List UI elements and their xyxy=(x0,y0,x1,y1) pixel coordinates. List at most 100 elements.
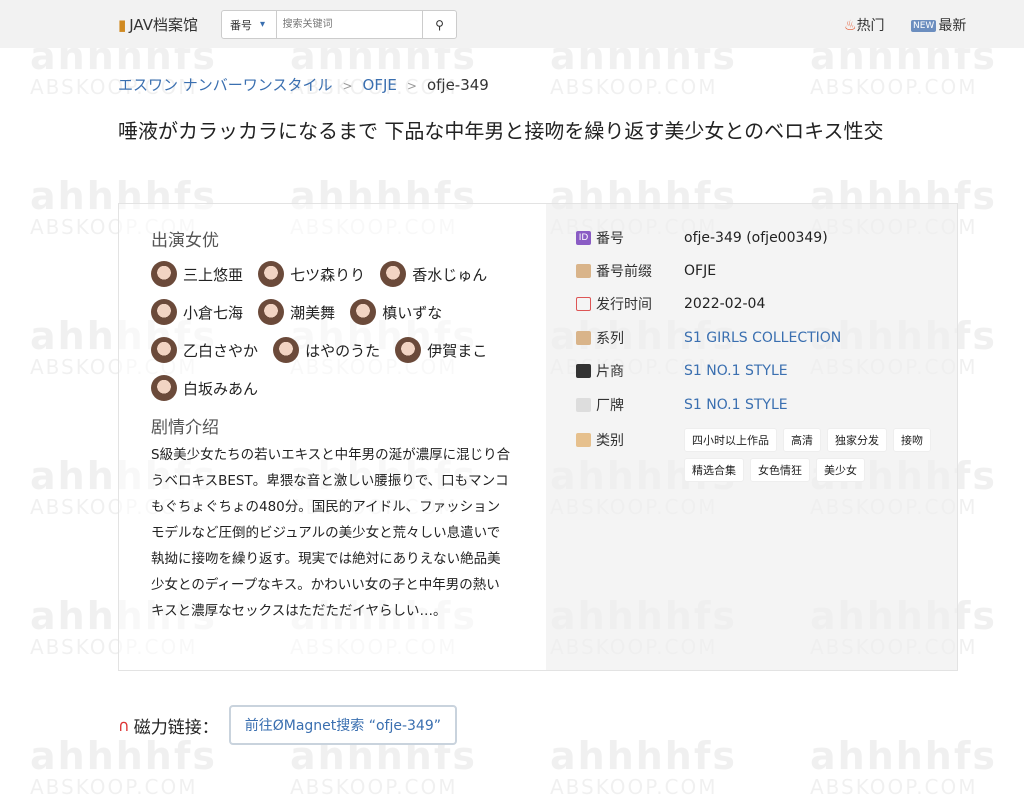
label-link[interactable]: S1 NO.1 STYLE xyxy=(684,397,788,413)
actress-name: 香水じゅん xyxy=(412,265,488,284)
watermark-subtext: ABSKOOP.COM xyxy=(30,775,198,799)
watermark-text: ahhhhfs xyxy=(810,734,998,778)
magnet-section: ∩ 磁力链接： 前往ØMagnet搜索 “ofje-349” xyxy=(118,705,457,745)
nav-hot-label: 热门 xyxy=(856,18,885,34)
avatar xyxy=(151,375,177,401)
magnet-icon: ∩ xyxy=(118,715,130,735)
new-icon: NEW xyxy=(911,20,937,32)
watermark-subtext: ABSKOOP.COM xyxy=(290,775,458,799)
actress-item[interactable]: 香水じゅん xyxy=(380,261,487,287)
search-button[interactable]: ⚲ xyxy=(422,11,456,38)
detail-label: 番号前缀 xyxy=(596,264,652,280)
fire-icon: ♨ xyxy=(844,18,857,34)
maker-link[interactable]: S1 NO.1 STYLE xyxy=(684,363,788,379)
calendar-icon xyxy=(576,297,591,311)
breadcrumb-current: ofje-349 xyxy=(426,76,489,94)
site-logo[interactable]: ▮ JAV档案馆 xyxy=(118,14,198,35)
plot-text: S級美少女たちの若いエキスと中年男の涎が濃厚に混じり合うベロキスBEST。卑猥な… xyxy=(151,447,511,619)
detail-row-label: 厂牌 S1 NO.1 STYLE xyxy=(576,395,788,415)
search-type-label: 番号 xyxy=(230,18,252,32)
breadcrumb-separator-icon: > xyxy=(342,79,353,93)
actress-name: 白坂みあん xyxy=(183,379,259,398)
genre-tag[interactable]: 独家分发 xyxy=(827,428,887,452)
watermark-tile: ahhhhfsABSKOOP.COM xyxy=(810,736,1024,806)
nav-new-link[interactable]: NEW 最新 xyxy=(911,15,966,35)
breadcrumb-separator-icon: > xyxy=(406,79,417,93)
avatar xyxy=(258,299,285,325)
detail-label: 片商 xyxy=(596,364,624,380)
genre-tag[interactable]: 四小时以上作品 xyxy=(684,428,777,452)
nav-new-label: 最新 xyxy=(938,18,967,34)
avatar xyxy=(350,299,377,325)
genre-tags: 四小时以上作品 高清 独家分发 接吻 精选合集 女色情狂 美少女 xyxy=(684,428,944,488)
actress-name: 潮美舞 xyxy=(290,303,336,322)
label-icon xyxy=(576,398,591,412)
detail-row-series: 系列 S1 GIRLS COLLECTION xyxy=(576,328,841,348)
avatar xyxy=(151,337,177,363)
actress-item[interactable]: 潮美舞 xyxy=(258,299,335,325)
logo-text: JAV档案馆 xyxy=(129,16,198,34)
genre-tag[interactable]: 美少女 xyxy=(816,458,865,482)
avatar xyxy=(258,261,285,287)
box-icon xyxy=(576,264,591,278)
actress-item[interactable]: 七ツ森りり xyxy=(258,261,365,287)
breadcrumb: エスワン ナンバーワンスタイル > OFJE > ofje-349 xyxy=(118,74,489,95)
search-input[interactable] xyxy=(276,11,423,38)
search-type-select[interactable]: 番号 ▾ xyxy=(222,11,277,38)
breadcrumb-studio[interactable]: エスワン ナンバーワンスタイル xyxy=(118,76,332,94)
plot-heading: 剧情介绍 xyxy=(151,418,219,438)
detail-label: 番号 xyxy=(596,231,624,247)
detail-label: 类别 xyxy=(596,433,624,449)
genre-tag[interactable]: 精选合集 xyxy=(684,458,744,482)
actress-name: はやのうた xyxy=(305,341,381,360)
page-title: 唾液がカラッカラになるまで 下品な中年男と接吻を繰り返す美少女とのベロキス性交 xyxy=(118,119,884,143)
avatar xyxy=(273,337,300,363)
detail-value: ofje-349 (ofje00349) xyxy=(684,230,828,246)
actress-name: 槙いずな xyxy=(382,303,443,322)
actress-item[interactable]: 三上悠亜 xyxy=(151,261,243,287)
actress-name: 三上悠亜 xyxy=(183,265,244,284)
detail-row-genre: 类别 四小时以上作品 高清 独家分发 接吻 精选合集 女色情狂 美少女 xyxy=(576,428,944,488)
actress-item[interactable]: 槙いずな xyxy=(350,299,442,325)
detail-row-prefix: 番号前缀 OFJE xyxy=(576,261,716,281)
actresses-heading: 出演女优 xyxy=(151,231,219,251)
avatar xyxy=(151,299,177,325)
genre-tag[interactable]: 女色情狂 xyxy=(750,458,810,482)
actress-name: 小倉七海 xyxy=(183,303,244,322)
detail-value: 2022-02-04 xyxy=(684,296,766,312)
detail-row-id: ID 番号 ofje-349 (ofje00349) xyxy=(576,228,828,248)
watermark-subtext: ABSKOOP.COM xyxy=(810,75,978,99)
watermark-tile: ahhhhfsABSKOOP.COM xyxy=(550,736,790,806)
actress-list: 三上悠亜 七ツ森りり 香水じゅん 小倉七海 潮美舞 槙いずな 乙白さやか はやの… xyxy=(151,261,531,413)
watermark-tile: ahhhhfsABSKOOP.COM xyxy=(30,736,270,806)
actress-name: 伊賀まこ xyxy=(427,341,488,360)
detail-label: 厂牌 xyxy=(596,398,624,414)
id-icon: ID xyxy=(576,231,591,245)
actress-item[interactable]: 小倉七海 xyxy=(151,299,243,325)
chevron-down-icon: ▾ xyxy=(260,19,266,30)
magnet-search-button[interactable]: 前往ØMagnet搜索 “ofje-349” xyxy=(228,705,457,745)
details-panel: ID 番号 ofje-349 (ofje00349) 番号前缀 OFJE 发行时间… xyxy=(546,204,957,670)
actress-item[interactable]: 乙白さやか xyxy=(151,337,258,363)
actress-item[interactable]: はやのうた xyxy=(273,337,380,363)
actress-item[interactable]: 伊賀まこ xyxy=(395,337,487,363)
actress-name: 七ツ森りり xyxy=(290,265,366,284)
detail-row-maker: 片商 S1 NO.1 STYLE xyxy=(576,361,788,381)
detail-row-date: 发行时间 2022-02-04 xyxy=(576,294,765,314)
magnet-label: 磁力链接： xyxy=(133,717,219,738)
genre-tag[interactable]: 高清 xyxy=(783,428,821,452)
info-card: 出演女优 三上悠亜 七ツ森りり 香水じゅん 小倉七海 潮美舞 槙いずな 乙白さや… xyxy=(118,203,958,671)
box-icon xyxy=(576,331,591,345)
film-reel-icon xyxy=(576,364,591,378)
actress-name: 乙白さやか xyxy=(183,341,259,360)
genre-tag[interactable]: 接吻 xyxy=(893,428,931,452)
avatar xyxy=(395,337,422,363)
nav-hot-link[interactable]: ♨热门 xyxy=(844,15,885,35)
series-link[interactable]: S1 GIRLS COLLECTION xyxy=(684,330,841,346)
detail-label: 系列 xyxy=(596,331,624,347)
book-icon: ▮ xyxy=(118,16,127,34)
actress-item[interactable]: 白坂みあん xyxy=(151,375,258,401)
watermark-subtext: ABSKOOP.COM xyxy=(550,75,718,99)
breadcrumb-prefix[interactable]: OFJE xyxy=(363,76,397,94)
detail-value: OFJE xyxy=(684,263,717,279)
